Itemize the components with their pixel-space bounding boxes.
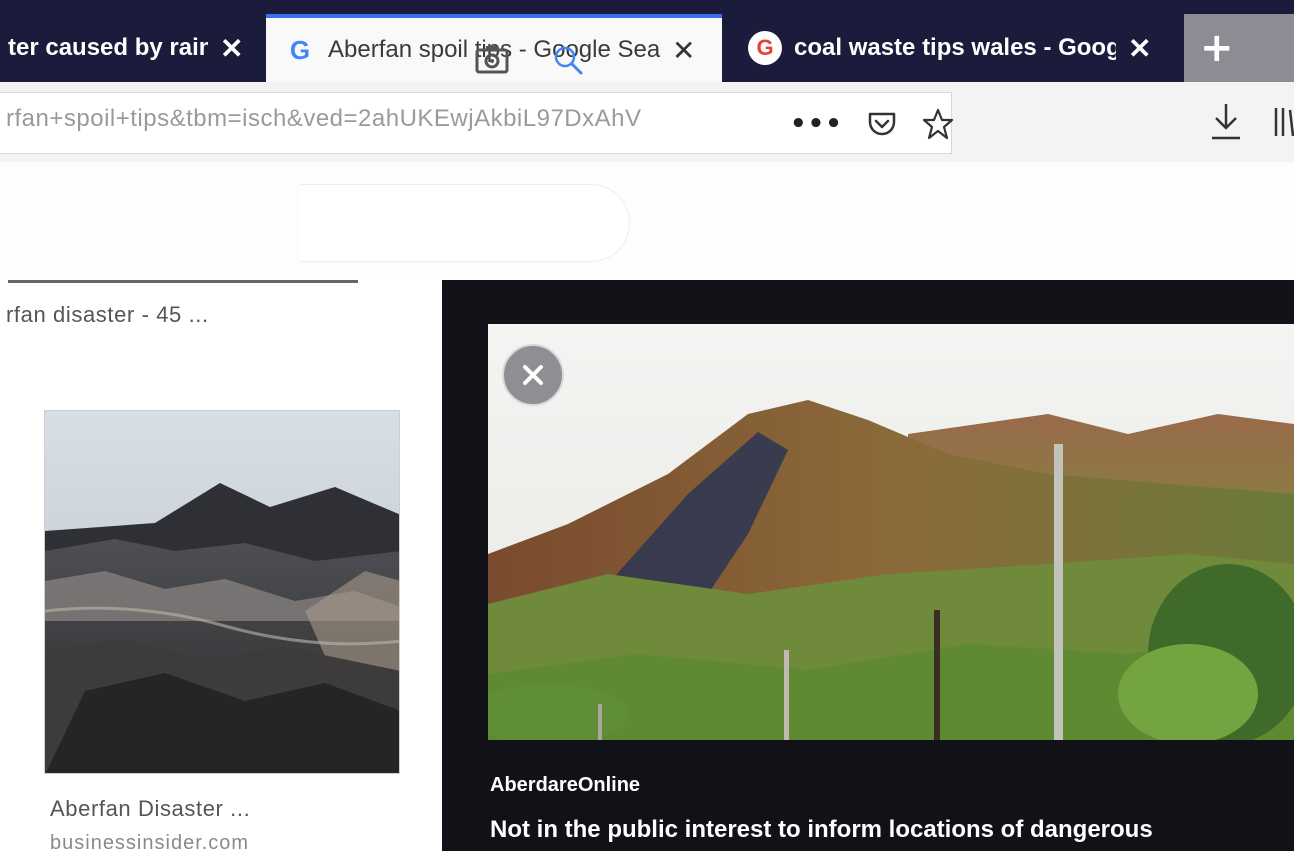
preview-result-title[interactable]: Not in the public interest to inform loc…: [490, 816, 1290, 844]
tab-coal-waste-tips[interactable]: G coal waste tips wales - Google ✕: [726, 14, 1178, 82]
camera-icon[interactable]: [474, 44, 510, 76]
image-preview-panel: AberdareOnline Not in the public interes…: [442, 280, 1294, 851]
mountain-thumbnail-image: [45, 411, 399, 773]
tab-title: coal waste tips wales - Google: [794, 34, 1116, 61]
tab-close-icon[interactable]: ✕: [1128, 32, 1151, 65]
tab-rain[interactable]: ter caused by rain ✕: [0, 14, 262, 82]
search-header: [0, 162, 1294, 280]
image-results-column: rfan disaster - 45 ... Aberfan Disaster …: [0, 280, 442, 851]
result-source[interactable]: businessinsider.com: [50, 832, 249, 851]
search-box[interactable]: [300, 184, 630, 262]
page-actions: •••: [790, 97, 955, 151]
new-tab-button[interactable]: +: [1184, 14, 1294, 82]
address-bar[interactable]: rfan+spoil+tips&tbm=isch&ved=2ahUKEwjAkb…: [0, 92, 955, 154]
bookmark-star-icon[interactable]: [921, 107, 955, 141]
tab-close-icon[interactable]: ✕: [220, 32, 243, 65]
divider: [8, 280, 358, 283]
preview-image[interactable]: [488, 324, 1294, 740]
google-g-icon: G: [748, 31, 782, 65]
preview-site-name[interactable]: AberdareOnline: [490, 774, 640, 797]
close-preview-button[interactable]: [502, 344, 564, 406]
tab-close-icon[interactable]: ✕: [672, 34, 695, 67]
search-icon[interactable]: [552, 44, 584, 76]
plus-icon: +: [1200, 25, 1234, 71]
tab-title: ter caused by rain: [8, 34, 208, 61]
browser-window: ter caused by rain ✕ G Aberfan spoil tip…: [0, 0, 1294, 851]
result-thumbnail[interactable]: [44, 410, 400, 774]
result-caption[interactable]: rfan disaster - 45 ...: [6, 302, 209, 328]
more-actions-icon[interactable]: •••: [790, 109, 843, 139]
spoil-tip-photo: [488, 324, 1294, 740]
navigation-toolbar: rfan+spoil+tips&tbm=isch&ved=2ahUKEwjAkb…: [0, 82, 1294, 162]
result-title[interactable]: Aberfan Disaster ...: [50, 796, 250, 822]
google-g-icon: G: [289, 34, 311, 65]
url-text[interactable]: rfan+spoil+tips&tbm=isch&ved=2ahUKEwjAkb…: [6, 105, 726, 133]
tab-strip: ter caused by rain ✕ G Aberfan spoil tip…: [0, 0, 1294, 82]
close-icon: [523, 365, 543, 385]
download-icon[interactable]: [1208, 100, 1244, 144]
pocket-icon[interactable]: [865, 107, 899, 141]
library-icon[interactable]: [1270, 104, 1294, 140]
